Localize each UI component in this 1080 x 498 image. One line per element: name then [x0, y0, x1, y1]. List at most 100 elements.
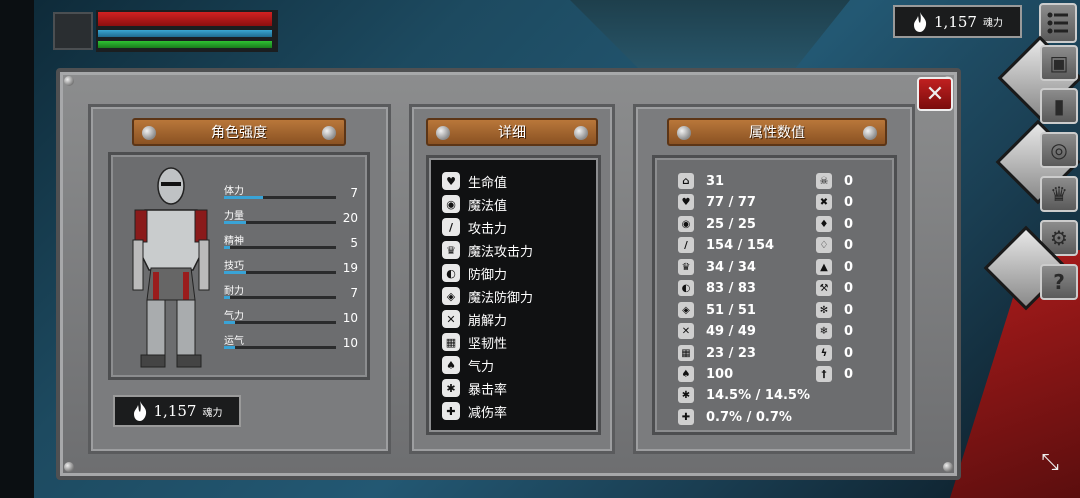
attr-value: 0: [844, 345, 854, 361]
coin-icon: ◎: [1050, 138, 1068, 162]
detail-crit-rate[interactable]: ✱ 暴击率: [442, 377, 507, 399]
frost-icon: ✻: [816, 302, 832, 318]
attributes-header: 属性数值: [667, 118, 887, 146]
attr-value: 0: [844, 323, 854, 339]
health-bar: [98, 12, 272, 26]
bones-icon: ✖: [816, 194, 832, 210]
resize-arrows-icon: ⤡: [1041, 449, 1059, 475]
sword-icon: /: [442, 218, 460, 236]
player-status-bars: [96, 10, 278, 52]
skull-icon: ☠: [816, 173, 832, 189]
crown-button[interactable]: ♛: [1040, 176, 1078, 212]
soul-value: 1,157: [153, 402, 197, 420]
heart-icon: ♥: [678, 194, 694, 210]
pin-icon: [142, 126, 156, 140]
attr-value: 0: [844, 366, 854, 382]
soul-value: 1,157: [934, 12, 977, 31]
attr-stamina: ♠ 100: [678, 364, 733, 384]
attr-value: 83 / 83: [706, 280, 756, 296]
attr-defense: ◐ 83 / 83: [678, 278, 756, 298]
detail-attack[interactable]: / 攻击力: [442, 216, 507, 238]
details-title: 详细: [498, 125, 526, 141]
detail-magic-attack[interactable]: ♛ 魔法攻击力: [442, 239, 533, 261]
menu-button[interactable]: [1039, 3, 1077, 43]
rivet: [64, 462, 74, 472]
player-portrait[interactable]: [53, 12, 93, 50]
resize-button[interactable]: ⤡: [1030, 442, 1070, 482]
attr-value: 0: [844, 280, 854, 296]
attr-disintegration: ✕ 49 / 49: [678, 321, 756, 341]
attr-value: 49 / 49: [706, 323, 756, 339]
shield-plus-icon: ✚: [442, 402, 460, 420]
pin-icon: [677, 126, 691, 140]
bleed-icon: ♢: [816, 237, 832, 253]
helmet-icon: ▦: [442, 333, 460, 351]
detail-label: 崩解力: [468, 313, 508, 329]
detail-defense[interactable]: ◐ 防御力: [442, 262, 507, 284]
attr-crit-rate: ✱ 14.5% / 14.5%: [678, 385, 810, 405]
soul-unit: 魂力: [202, 407, 223, 419]
detail-hp[interactable]: ♥ 生命值: [442, 170, 507, 192]
character-strength-title: 角色强度: [211, 125, 267, 141]
magic-shield-icon: ◈: [678, 302, 694, 318]
soul-unit: 魂力: [982, 18, 1003, 29]
stat-value: 5: [350, 236, 358, 250]
attr-value: 51 / 51: [706, 302, 756, 318]
attr-value: 154 / 154: [706, 237, 775, 253]
attr-hp: ♥ 77 / 77: [678, 192, 756, 212]
door-icon: ▮: [1053, 94, 1065, 118]
shield-icon: ◐: [678, 280, 694, 296]
stat-value: 20: [342, 211, 358, 225]
heart-icon: ♥: [442, 172, 460, 190]
stat-label: 精神: [224, 236, 244, 247]
stat-value: 10: [342, 311, 358, 325]
backpack-button[interactable]: ▣: [1040, 45, 1078, 81]
stamina-bar: [98, 41, 272, 48]
crossed-swords-icon: ✕: [442, 310, 460, 328]
attr-magic-attack: ♛ 34 / 34: [678, 257, 756, 277]
attr-drop-res: ♦ 0: [816, 214, 853, 234]
stat-label: 运气: [224, 336, 244, 347]
detail-label: 防御力: [468, 267, 508, 283]
rivet: [64, 76, 74, 86]
attr-value: 0.7% / 0.7%: [706, 409, 792, 425]
stat-row-spirit: 精神 5: [224, 232, 358, 254]
detail-stamina[interactable]: ♠ 气力: [442, 354, 494, 376]
attr-ice-res: ❄ 0: [816, 321, 853, 341]
rivet: [943, 462, 953, 472]
attr-level: ⌂ 31: [678, 171, 724, 191]
shield-icon: ◐: [442, 264, 460, 282]
stat-row-luck: 运气 10: [224, 332, 358, 354]
detail-label: 魔法防御力: [468, 290, 534, 306]
pin-icon: [574, 126, 588, 140]
detail-mp[interactable]: ◉ 魔法值: [442, 193, 507, 215]
detail-toughness[interactable]: ▦ 坚韧性: [442, 331, 507, 353]
detail-disintegration[interactable]: ✕ 崩解力: [442, 308, 507, 330]
shield-plus-icon: ✚: [678, 409, 694, 425]
magic-shield-icon: ◈: [442, 287, 460, 305]
stat-label: 耐力: [224, 286, 244, 297]
burst-icon: ✱: [442, 379, 460, 397]
door-button[interactable]: ▮: [1040, 88, 1078, 124]
pin-icon: [322, 126, 336, 140]
attr-value: 0: [844, 259, 854, 275]
detail-magic-defense[interactable]: ◈ 魔法防御力: [442, 285, 533, 307]
stat-row-strength: 力量 20: [224, 207, 358, 229]
attr-value: 34 / 34: [706, 259, 756, 275]
level-icon: ⌂: [678, 173, 694, 189]
attr-frost-res: ✻ 0: [816, 300, 853, 320]
attr-value: 0: [844, 302, 854, 318]
details-header: 详细: [426, 118, 598, 146]
coin-button[interactable]: ◎: [1040, 132, 1078, 168]
help-button[interactable]: ?: [1040, 264, 1078, 300]
attr-pierce-res: † 0: [816, 364, 853, 384]
crossed-swords-icon: ✕: [678, 323, 694, 339]
close-button[interactable]: ✕: [917, 77, 953, 111]
magic-crown-icon: ♛: [442, 241, 460, 259]
stat-row-vitality: 体力 7: [224, 182, 358, 204]
detail-damage-reduction[interactable]: ✚ 减伤率: [442, 400, 507, 422]
attr-value: 77 / 77: [706, 194, 756, 210]
backpack-icon: ▣: [1049, 51, 1069, 75]
attr-value: 0: [844, 237, 854, 253]
stat-label: 体力: [224, 186, 244, 197]
